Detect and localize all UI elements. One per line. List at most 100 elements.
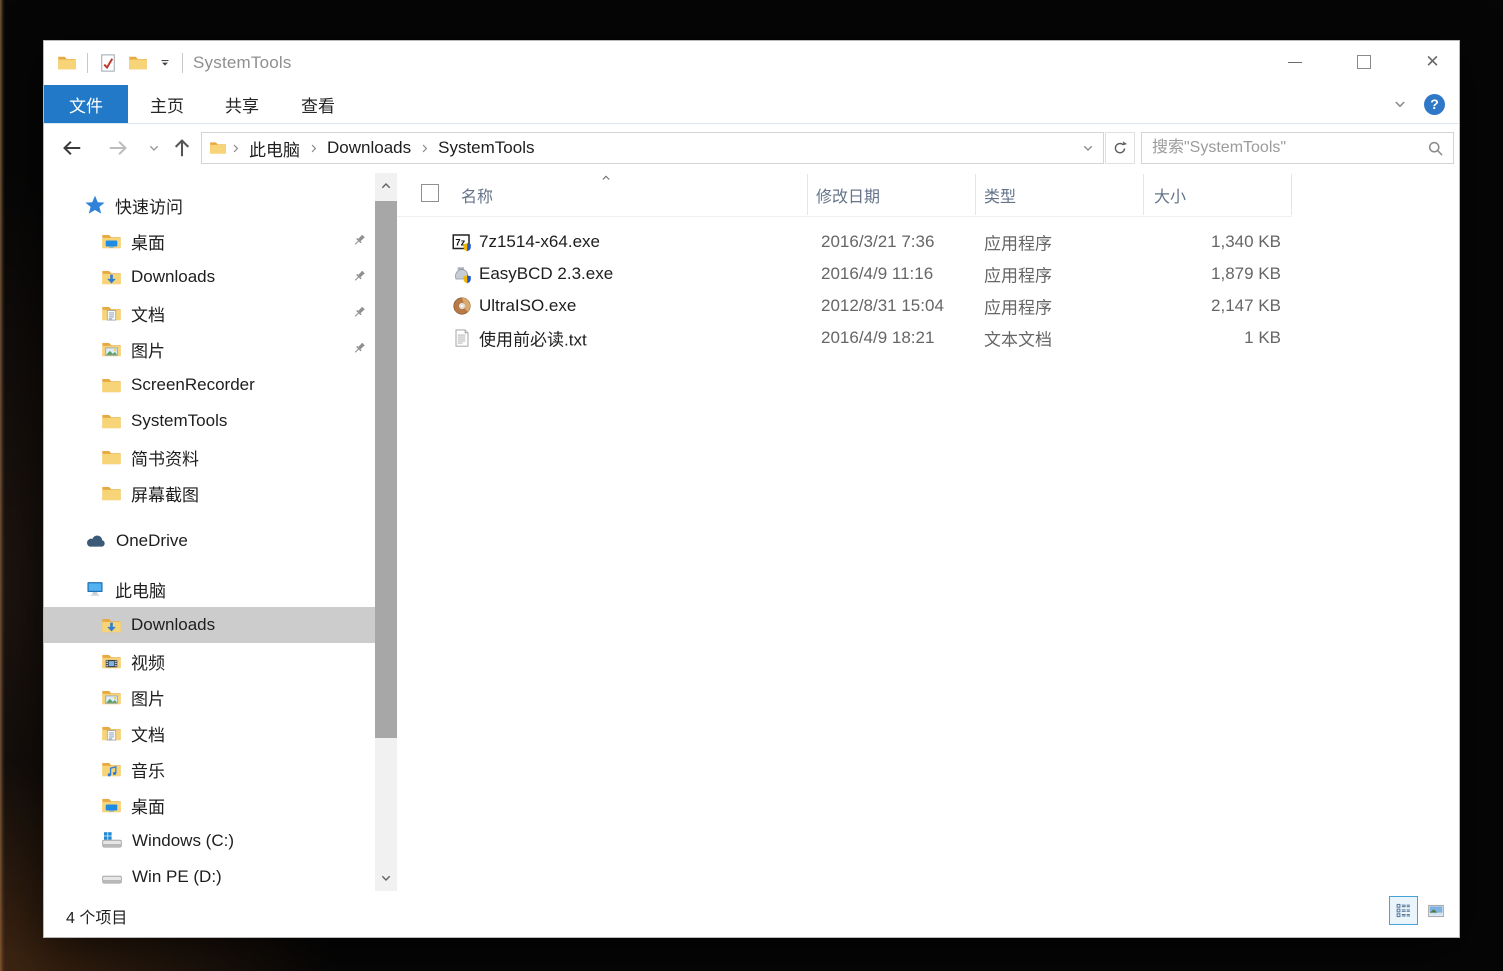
properties-icon[interactable] [98,53,118,73]
folder-icon [101,447,122,468]
minimize-button[interactable] [1272,47,1317,77]
ribbon-tab-bar: 文件 主页 共享 查看 ? [44,85,1459,124]
sidebar-item-jianshu-files[interactable]: 简书资料 [44,439,375,475]
tab-share[interactable]: 共享 [207,85,277,123]
help-button[interactable]: ? [1424,94,1445,115]
search-input[interactable] [1142,133,1419,163]
sidebar-item-downloads-quick[interactable]: Downloads [44,259,375,295]
sidebar-section-this-pc[interactable]: 此电脑 [44,571,375,607]
easybcd-installer-file-icon [452,264,472,284]
sidebar-label: 桌面 [131,793,165,818]
sidebar-item-screenshots[interactable]: 屏幕截图 [44,475,375,511]
column-header-size[interactable]: 大小 [1154,183,1186,207]
sidebar-section-quick-access[interactable]: 快速访问 [44,187,375,223]
file-row-7z1514[interactable]: 7z1514-x64.exe 2016/3/21 7:36 应用程序 1,340… [397,226,1459,258]
search-box [1141,132,1454,164]
file-row-ultraiso[interactable]: UltraISO.exe 2012/8/31 15:04 应用程序 2,147 … [397,290,1459,322]
details-view-button[interactable] [1389,896,1418,925]
sidebar-group-gap [44,559,375,571]
sidebar-label: 视频 [131,649,165,674]
file-explorer-window: SystemTools ✕ 文件 主页 共享 查看 ? 此电脑 Download… [43,40,1460,938]
forward-button[interactable] [106,137,130,159]
sidebar-item-music[interactable]: 音乐 [44,751,375,787]
file-name: 使用前必读.txt [479,326,587,351]
scroll-down-arrow-icon[interactable] [375,867,397,889]
toolbar-separator [87,53,88,73]
sidebar-item-desktop-quick[interactable]: 桌面 [44,223,375,259]
file-size: 2,147 KB [1143,296,1281,316]
navigation-toolbar: 此电脑 Downloads SystemTools [44,124,1459,172]
sidebar-label: Win PE (D:) [132,867,222,887]
sidebar-item-documents-quick[interactable]: 文档 [44,295,375,331]
folder-icon [101,375,122,396]
refresh-button[interactable] [1105,132,1135,164]
file-row-easybcd[interactable]: EasyBCD 2.3.exe 2016/4/9 11:16 应用程序 1,87… [397,258,1459,290]
file-name: 7z1514-x64.exe [479,232,600,252]
column-separator[interactable] [807,174,808,215]
search-icon [1427,140,1444,157]
breadcrumb-this-pc[interactable]: 此电脑 [244,136,305,161]
column-separator[interactable] [1143,174,1144,215]
customize-toolbar-dropdown-icon[interactable] [158,56,172,70]
back-button[interactable] [60,137,84,159]
file-rows: 7z1514-x64.exe 2016/3/21 7:36 应用程序 1,340… [397,217,1459,354]
breadcrumb-downloads[interactable]: Downloads [322,138,416,158]
scroll-up-arrow-icon[interactable] [375,175,397,197]
maximize-button[interactable] [1341,47,1386,77]
sidebar-item-videos[interactable]: 视频 [44,643,375,679]
sidebar-item-screenrecorder[interactable]: ScreenRecorder [44,367,375,403]
ribbon-right-controls: ? [1392,85,1445,123]
sidebar-item-desktop[interactable]: 桌面 [44,787,375,823]
select-all-checkbox[interactable] [421,184,439,202]
file-list-pane: 名称 修改日期 类型 大小 7z1514-x64.exe 2016/3/21 7… [397,171,1459,893]
tab-view[interactable]: 查看 [283,85,353,123]
large-icons-view-button[interactable] [1421,896,1450,925]
close-icon: ✕ [1425,52,1439,72]
sidebar-item-documents[interactable]: 文档 [44,715,375,751]
address-bar[interactable]: 此电脑 Downloads SystemTools [201,132,1104,164]
sidebar-item-drive-c[interactable]: Windows (C:) [44,823,375,859]
new-folder-icon[interactable] [128,53,148,73]
tab-home[interactable]: 主页 [132,85,202,123]
tab-file[interactable]: 文件 [44,85,128,123]
breadcrumb-systemtools[interactable]: SystemTools [433,138,539,158]
sidebar-label: 快速访问 [115,193,183,218]
videos-folder-icon [101,651,122,672]
sidebar-item-pictures[interactable]: 图片 [44,679,375,715]
sidebar-section-onedrive[interactable]: OneDrive [44,523,375,559]
column-header-date[interactable]: 修改日期 [816,183,880,207]
maximize-icon [1357,55,1371,69]
folder-icon [101,483,122,504]
column-header-type[interactable]: 类型 [984,183,1016,207]
close-button[interactable]: ✕ [1410,47,1455,77]
sidebar-label: 图片 [131,685,165,710]
recent-locations-dropdown[interactable] [142,137,166,159]
sidebar-item-pictures-quick[interactable]: 图片 [44,331,375,367]
column-header-name[interactable]: 名称 [461,183,493,207]
onedrive-cloud-icon [84,530,107,553]
expand-ribbon-icon[interactable] [1392,96,1408,112]
sidebar-label: Downloads [131,615,215,635]
scrollbar-thumb[interactable] [375,201,397,738]
explorer-folder-icon[interactable] [57,53,77,73]
sidebar-item-systemtools[interactable]: SystemTools [44,403,375,439]
column-separator[interactable] [975,174,976,215]
up-button[interactable] [170,137,194,159]
file-type: 应用程序 [984,294,1052,319]
sidebar-scrollbar[interactable] [375,173,397,891]
sidebar-group-gap [44,511,375,523]
file-date: 2016/4/9 18:21 [821,328,934,348]
sidebar-label: 此电脑 [115,577,166,602]
sidebar-item-downloads[interactable]: Downloads [44,607,375,643]
window-title: SystemTools [193,53,292,73]
sidebar-label: SystemTools [131,411,227,431]
address-dropdown-button[interactable] [1073,141,1103,155]
breadcrumb-separator-icon [307,142,320,155]
column-separator[interactable] [1291,174,1292,215]
file-date: 2012/8/31 15:04 [821,296,944,316]
sidebar-item-drive-d[interactable]: Win PE (D:) [44,859,375,893]
file-row-readme[interactable]: 使用前必读.txt 2016/4/9 18:21 文本文档 1 KB [397,322,1459,354]
view-toggles [1389,896,1450,925]
minimize-icon [1288,62,1302,63]
details-view-icon [1395,902,1412,919]
